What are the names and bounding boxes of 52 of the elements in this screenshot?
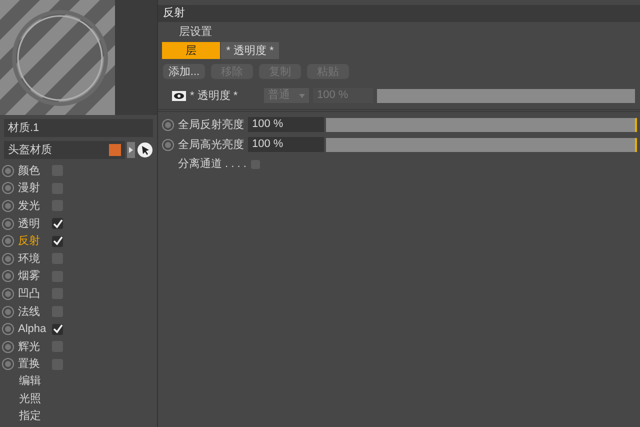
channel-label[interactable]: 烟雾 (18, 269, 52, 284)
material-name-field[interactable]: 材质.1 (4, 119, 153, 137)
ring-icon (2, 218, 14, 230)
slider-label: 全局高光亮度 (178, 138, 245, 152)
section-label: 层设置 (178, 25, 213, 40)
slider-fill[interactable] (326, 138, 637, 152)
caret-icon (299, 94, 305, 98)
menu-item[interactable]: 编辑 (19, 373, 41, 391)
channel-label[interactable]: 辉光 (18, 340, 52, 354)
separate-channels-label: 分离通道 . . . . (178, 157, 246, 171)
ring-icon (2, 270, 14, 282)
menu-item[interactable]: 光照 (19, 390, 41, 408)
ring-icon (162, 138, 174, 150)
ring-icon (2, 235, 14, 248)
slider-fill[interactable] (326, 118, 637, 132)
ring-icon (2, 358, 14, 370)
channel-label[interactable]: 环境 (18, 252, 52, 266)
channel-label[interactable]: 透明 (18, 216, 52, 231)
triangle-icon (129, 147, 133, 153)
channel-label[interactable]: 漫射 (18, 181, 52, 196)
channel-label[interactable]: 发光 (18, 198, 52, 213)
value-field[interactable]: 100 % (248, 117, 324, 132)
material-tag-label: 头盔材质 (8, 143, 53, 157)
ring-icon (2, 252, 14, 265)
pointer-icon[interactable] (137, 142, 153, 158)
layer-name-label: * 透明度 * (190, 88, 239, 102)
channel-label[interactable]: Alpha (18, 322, 52, 336)
ring-icon (2, 200, 14, 212)
channel-checkbox[interactable] (52, 236, 63, 247)
eye-icon[interactable] (172, 90, 186, 100)
material-color-swatch[interactable] (109, 144, 121, 156)
channel-label[interactable]: 反射 (18, 234, 52, 248)
tab[interactable]: 层 (162, 42, 220, 59)
ring-icon (162, 118, 174, 130)
channel-checkbox[interactable] (52, 324, 63, 335)
ring-icon (2, 288, 14, 300)
channel-label[interactable]: 凹凸 (18, 286, 52, 301)
channel-label[interactable]: 颜色 (18, 164, 52, 178)
menu-item[interactable]: 指定 (19, 408, 41, 426)
slider-label: 全局反射亮度 (178, 118, 245, 132)
channel-checkbox[interactable] (52, 218, 63, 230)
ring-icon (2, 182, 14, 194)
value-field[interactable]: 100 % (248, 137, 324, 152)
channel-label[interactable]: 法线 (18, 304, 52, 319)
tab[interactable]: * 透明度 * (221, 42, 279, 59)
ring-icon (2, 306, 14, 318)
ring-icon (2, 164, 14, 177)
ring-icon (2, 340, 14, 353)
action-button[interactable]: 添加... (163, 64, 205, 79)
channel-label[interactable]: 置换 (18, 357, 52, 372)
ring-icon (2, 323, 14, 336)
panel-title: 反射 (158, 5, 640, 22)
